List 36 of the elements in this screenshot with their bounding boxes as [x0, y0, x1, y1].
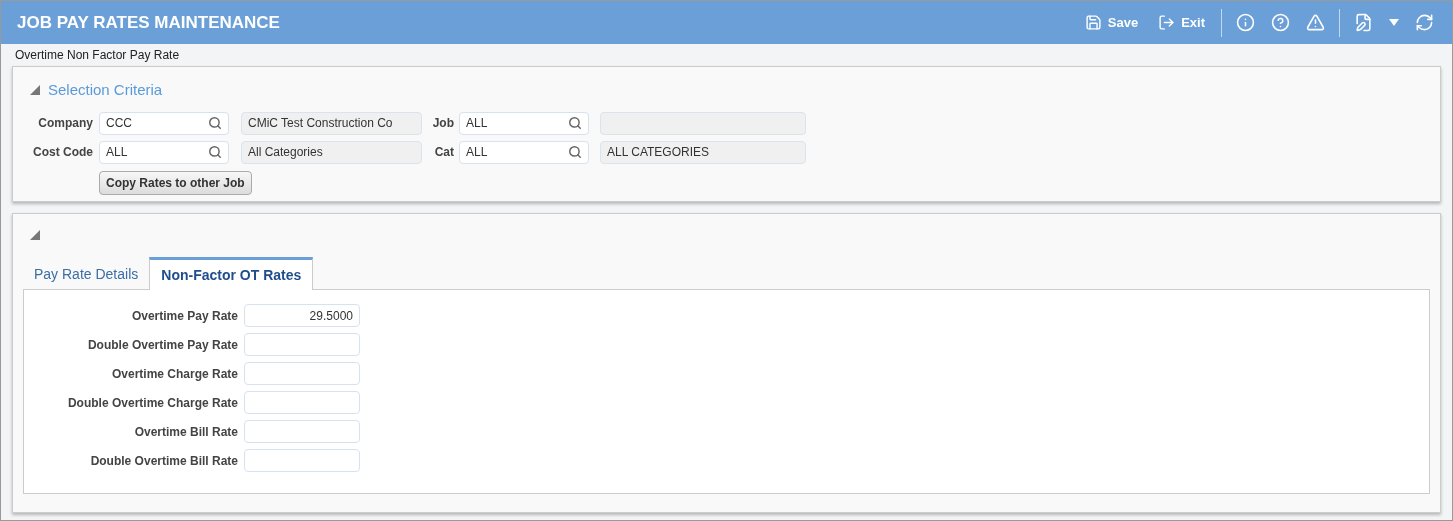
- lookup-field[interactable]: CCC: [99, 111, 229, 135]
- lookup-field[interactable]: ALL: [99, 140, 229, 164]
- description-field: ALL CATEGORIES: [600, 140, 806, 164]
- description-field: CMiC Test Construction Co: [241, 111, 422, 135]
- field-label: Cost Code: [32, 144, 93, 161]
- field-label: Double Overtime Charge Rate: [66, 394, 238, 412]
- field-label: Overtime Bill Rate: [133, 423, 238, 441]
- rate-field[interactable]: [244, 333, 360, 356]
- section-title: Selection Criteria: [48, 80, 163, 100]
- tab[interactable]: Non-Factor OT Rates: [149, 257, 314, 290]
- breadcrumb: Overtime Non Factor Pay Rate: [14, 47, 181, 62]
- rate-field[interactable]: [244, 420, 360, 443]
- rate-field[interactable]: [244, 449, 360, 472]
- rate-field[interactable]: [244, 391, 360, 414]
- search-icon[interactable]: [568, 145, 582, 159]
- field-label: Overtime Charge Rate: [110, 365, 238, 383]
- description-field: All Categories: [241, 140, 422, 164]
- field-label: Job: [431, 115, 454, 132]
- copy-rates-button[interactable]: Copy Rates to other Job: [99, 170, 252, 195]
- window-title: JOB PAY RATES MAINTENANCE: [17, 11, 280, 34]
- tab[interactable]: Pay Rate Details: [23, 259, 150, 289]
- field-label: Double Overtime Pay Rate: [86, 336, 238, 354]
- search-icon[interactable]: [568, 116, 582, 130]
- lookup-field[interactable]: ALL: [459, 140, 589, 164]
- rate-field[interactable]: 29.5000: [244, 304, 360, 327]
- search-icon[interactable]: [208, 116, 222, 130]
- search-icon[interactable]: [208, 145, 222, 159]
- exit-icon: [1158, 14, 1176, 31]
- rate-field[interactable]: [244, 362, 360, 385]
- lookup-field[interactable]: ALL: [459, 111, 589, 135]
- field-label: Overtime Pay Rate: [130, 307, 238, 325]
- collapse-icon[interactable]: [30, 230, 40, 240]
- collapse-icon[interactable]: [30, 85, 40, 96]
- field-label: Company: [37, 115, 93, 132]
- field-label: Cat: [433, 144, 454, 161]
- field-label: Double Overtime Bill Rate: [89, 452, 238, 470]
